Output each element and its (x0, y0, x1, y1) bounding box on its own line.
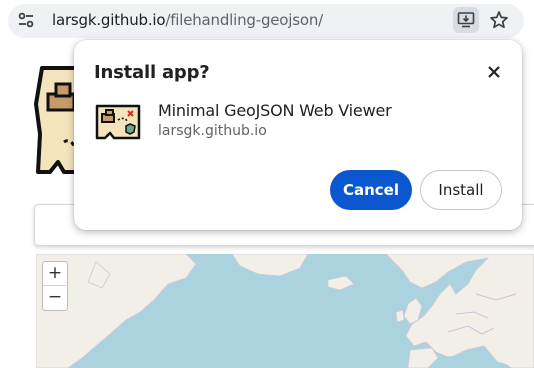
bookmark-star-icon[interactable] (488, 9, 510, 31)
zoom-out-button[interactable]: − (43, 286, 67, 310)
app-origin: larsgk.github.io (158, 123, 267, 139)
cancel-button[interactable]: Cancel (330, 170, 412, 210)
url-host: larsgk.github.io (52, 11, 166, 29)
url-text[interactable]: larsgk.github.io/filehandling-geojson/ (52, 11, 323, 29)
map-view[interactable] (36, 254, 534, 368)
tune-icon[interactable] (16, 10, 36, 30)
browser-toolbar: larsgk.github.io/filehandling-geojson/ (0, 0, 534, 42)
zoom-in-button[interactable]: + (43, 262, 67, 286)
install-app-dialog: Install app? Minimal GeoJSON Web Viewer … (74, 40, 522, 230)
install-app-icon[interactable] (453, 7, 479, 33)
close-icon[interactable] (482, 60, 506, 84)
dialog-title: Install app? (94, 62, 210, 83)
app-name: Minimal GeoJSON Web Viewer (158, 101, 392, 120)
map-zoom-control: + − (42, 261, 68, 311)
install-button[interactable]: Install (420, 170, 502, 210)
url-path: /filehandling-geojson/ (165, 11, 323, 29)
app-icon (94, 102, 142, 142)
